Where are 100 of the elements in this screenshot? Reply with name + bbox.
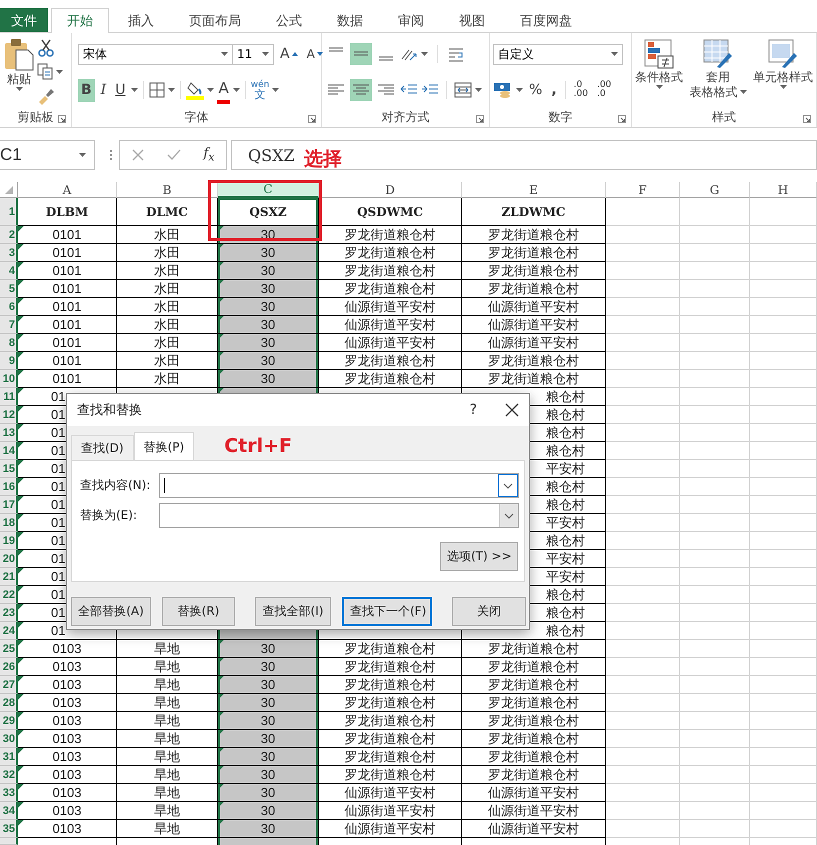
name-box[interactable]: C1 <box>0 140 95 170</box>
number-format-field[interactable]: 自定义 <box>493 44 623 64</box>
row-header[interactable]: 4 <box>0 262 18 280</box>
row-header[interactable]: 16 <box>0 478 18 496</box>
caret-icon[interactable] <box>16 87 22 91</box>
insert-function-button[interactable]: f$_{x}$ <box>204 146 214 164</box>
ribbon-tab[interactable]: 开始 <box>51 8 109 33</box>
caret-icon[interactable] <box>168 88 176 92</box>
row-header[interactable]: 8 <box>0 334 18 352</box>
dialog-tab[interactable]: 查找(D) <box>71 435 134 460</box>
increase-decimal-button[interactable]: .0 .00 <box>570 78 591 102</box>
column-header[interactable]: D <box>319 182 462 198</box>
caret-icon[interactable] <box>780 85 786 89</box>
ribbon-tab[interactable]: 百度网盘 <box>504 8 588 32</box>
font-size-field[interactable]: 11 <box>232 44 274 64</box>
row-header[interactable]: 7 <box>0 316 18 334</box>
font-color-button[interactable]: A <box>217 76 230 104</box>
row-header[interactable]: 21 <box>0 568 18 586</box>
row-header[interactable]: 5 <box>0 280 18 298</box>
percent-button[interactable]: % <box>526 78 546 102</box>
chevron-down-icon[interactable] <box>503 482 513 488</box>
cut-icon[interactable] <box>37 39 55 58</box>
dialog-launcher-icon[interactable] <box>308 115 316 123</box>
dialog-button[interactable]: 查找下一个(F) <box>342 597 432 626</box>
caret-icon[interactable] <box>232 88 240 92</box>
row-header[interactable]: 26 <box>0 658 18 676</box>
row-header[interactable]: 17 <box>0 496 18 514</box>
grow-font-button[interactable]: A <box>277 42 301 66</box>
column-header[interactable]: C <box>218 182 319 198</box>
close-icon[interactable] <box>505 403 519 417</box>
chevron-down-icon[interactable] <box>504 512 514 518</box>
row-header[interactable]: 15 <box>0 460 18 478</box>
borders-icon[interactable] <box>149 82 166 98</box>
column-header[interactable]: E <box>462 182 606 198</box>
row-header[interactable]: 35 <box>0 820 18 838</box>
row-header[interactable]: 31 <box>0 748 18 766</box>
accounting-icon[interactable] <box>493 81 513 99</box>
comma-button[interactable]: , <box>548 78 560 102</box>
dialog-launcher-icon[interactable] <box>803 115 811 123</box>
input-field[interactable] <box>159 503 519 528</box>
dialog-tab[interactable]: 替换(P) <box>134 432 194 461</box>
caret-icon[interactable] <box>272 88 280 92</box>
row-header[interactable]: 19 <box>0 532 18 550</box>
row-header[interactable]: 18 <box>0 514 18 532</box>
ribbon-tab[interactable]: 审阅 <box>382 8 440 32</box>
ribbon-tab[interactable]: 页面布局 <box>173 8 257 32</box>
row-header[interactable]: 2 <box>0 226 18 244</box>
dialog-launcher-icon[interactable] <box>618 115 626 123</box>
font-name-field[interactable]: 宋体 <box>78 44 233 64</box>
caret-icon[interactable] <box>516 88 523 92</box>
row-header[interactable]: 34 <box>0 802 18 820</box>
underline-button[interactable]: U <box>112 78 128 102</box>
row-header[interactable]: 27 <box>0 676 18 694</box>
column-header[interactable]: G <box>680 182 750 198</box>
merge-center-icon[interactable] <box>454 82 472 98</box>
dialog-launcher-icon[interactable] <box>476 115 484 123</box>
fill-color-icon[interactable] <box>186 80 204 100</box>
caret-icon[interactable] <box>56 70 63 74</box>
row-header[interactable]: 24 <box>0 622 18 640</box>
dialog-button[interactable]: 替换(R) <box>162 597 235 626</box>
column-header[interactable]: B <box>117 182 218 198</box>
row-header[interactable]: 25 <box>0 640 18 658</box>
row-header[interactable]: 13 <box>0 424 18 442</box>
caret-icon[interactable] <box>421 52 428 56</box>
options-button[interactable]: 选项(T) >> <box>440 542 518 571</box>
row-header[interactable]: 10 <box>0 370 18 388</box>
row-header[interactable]: 23 <box>0 604 18 622</box>
row-header[interactable]: 30 <box>0 730 18 748</box>
format-painter-icon[interactable] <box>37 86 55 105</box>
column-header[interactable]: F <box>606 182 680 198</box>
wrap-text-icon[interactable] <box>447 46 465 62</box>
dialog-launcher-icon[interactable] <box>58 115 66 123</box>
column-header[interactable]: H <box>750 182 817 198</box>
dialog-button[interactable]: 关闭 <box>452 597 526 626</box>
row-header[interactable]: 12 <box>0 406 18 424</box>
conditional-style-button[interactable]: 条件格式 <box>635 38 683 90</box>
italic-button[interactable]: I <box>98 78 110 102</box>
file-tab[interactable]: 文件 <box>0 8 48 32</box>
table-style-button[interactable]: 套用 表格格式 <box>690 38 746 100</box>
caret-icon[interactable] <box>656 85 662 89</box>
decrease-decimal-button[interactable]: .00 .0 <box>594 78 614 102</box>
row-header[interactable]: 1 <box>0 198 18 226</box>
row-header[interactable]: 14 <box>0 442 18 460</box>
dialog-button[interactable]: 全部替换(A) <box>71 597 151 626</box>
align-center-icon[interactable] <box>350 79 372 101</box>
ribbon-tab[interactable]: 数据 <box>321 8 379 32</box>
row-header[interactable]: 3 <box>0 244 18 262</box>
paste-button[interactable]: 粘贴 <box>3 36 35 108</box>
row-header[interactable]: 20 <box>0 550 18 568</box>
copy-icon[interactable] <box>37 63 53 80</box>
cell-style-button[interactable]: 单元格样式 <box>753 38 813 90</box>
caret-icon[interactable] <box>611 52 618 56</box>
input-field[interactable] <box>159 473 519 498</box>
ribbon-tab[interactable]: 公式 <box>260 8 318 32</box>
row-header[interactable]: 29 <box>0 712 18 730</box>
bold-button[interactable]: B <box>78 78 95 102</box>
ribbon-tab[interactable]: 视图 <box>443 8 501 32</box>
ribbon-tab[interactable]: 插入 <box>112 8 170 32</box>
caret-icon[interactable] <box>740 90 746 94</box>
row-header[interactable]: 11 <box>0 388 18 406</box>
